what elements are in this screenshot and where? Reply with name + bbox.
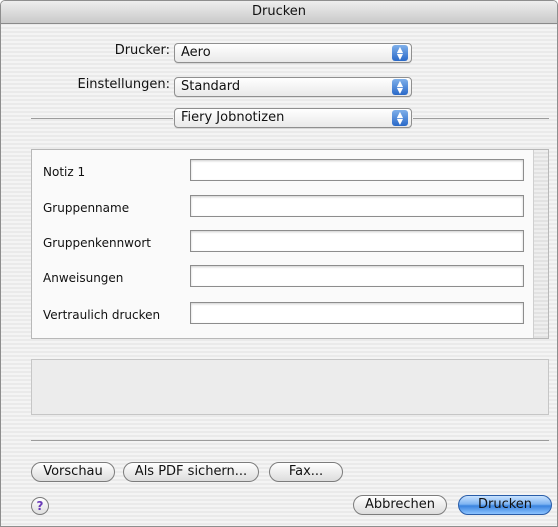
presets-label: Einstellungen: xyxy=(77,77,170,92)
gruppenkennwort-input[interactable] xyxy=(190,230,524,252)
presets-popup-value: Standard xyxy=(181,79,241,94)
section-popup[interactable]: Fiery Jobnotizen ▲ ▼ xyxy=(174,108,412,128)
field-label-anweisungen: Anweisungen xyxy=(43,271,124,285)
printer-popup[interactable]: Aero ▲ ▼ xyxy=(174,43,412,63)
cancel-button[interactable]: Abbrechen xyxy=(353,495,447,515)
save-pdf-button[interactable]: Als PDF sichern... xyxy=(123,462,259,482)
section-separator-right xyxy=(413,118,549,119)
up-down-arrows-icon: ▲ ▼ xyxy=(392,110,408,126)
job-notes-panel: Notiz 1 Gruppenname Gruppenkennwort Anwe… xyxy=(31,149,549,339)
printer-popup-value: Aero xyxy=(181,45,211,60)
up-down-arrows-icon: ▲ ▼ xyxy=(392,45,408,61)
field-label-notiz1: Notiz 1 xyxy=(43,165,86,179)
field-label-vertraulich: Vertraulich drucken xyxy=(43,308,161,322)
preview-button[interactable]: Vorschau xyxy=(31,462,115,482)
info-area xyxy=(31,359,549,415)
notiz1-input[interactable] xyxy=(190,159,524,181)
field-label-gruppenname: Gruppenname xyxy=(43,201,130,215)
print-dialog: Drucken Drucker: Aero ▲ ▼ Einstellungen: … xyxy=(0,0,558,527)
section-popup-value: Fiery Jobnotizen xyxy=(181,110,285,125)
fax-button[interactable]: Fax... xyxy=(269,462,343,482)
gruppenname-input[interactable] xyxy=(190,195,524,217)
help-icon[interactable]: ? xyxy=(31,497,49,515)
bottom-separator xyxy=(31,440,549,441)
print-button[interactable]: Drucken xyxy=(458,495,552,515)
window-title: Drucken xyxy=(1,1,557,24)
anweisungen-input[interactable] xyxy=(190,265,524,287)
field-label-gruppenkennwort: Gruppenkennwort xyxy=(43,236,151,250)
panel-scrollbar[interactable] xyxy=(533,150,548,338)
printer-label: Drucker: xyxy=(114,43,170,58)
up-down-arrows-icon: ▲ ▼ xyxy=(392,79,408,95)
presets-popup[interactable]: Standard ▲ ▼ xyxy=(174,77,412,97)
section-separator-left xyxy=(31,118,173,119)
vertraulich-input[interactable] xyxy=(190,302,524,324)
